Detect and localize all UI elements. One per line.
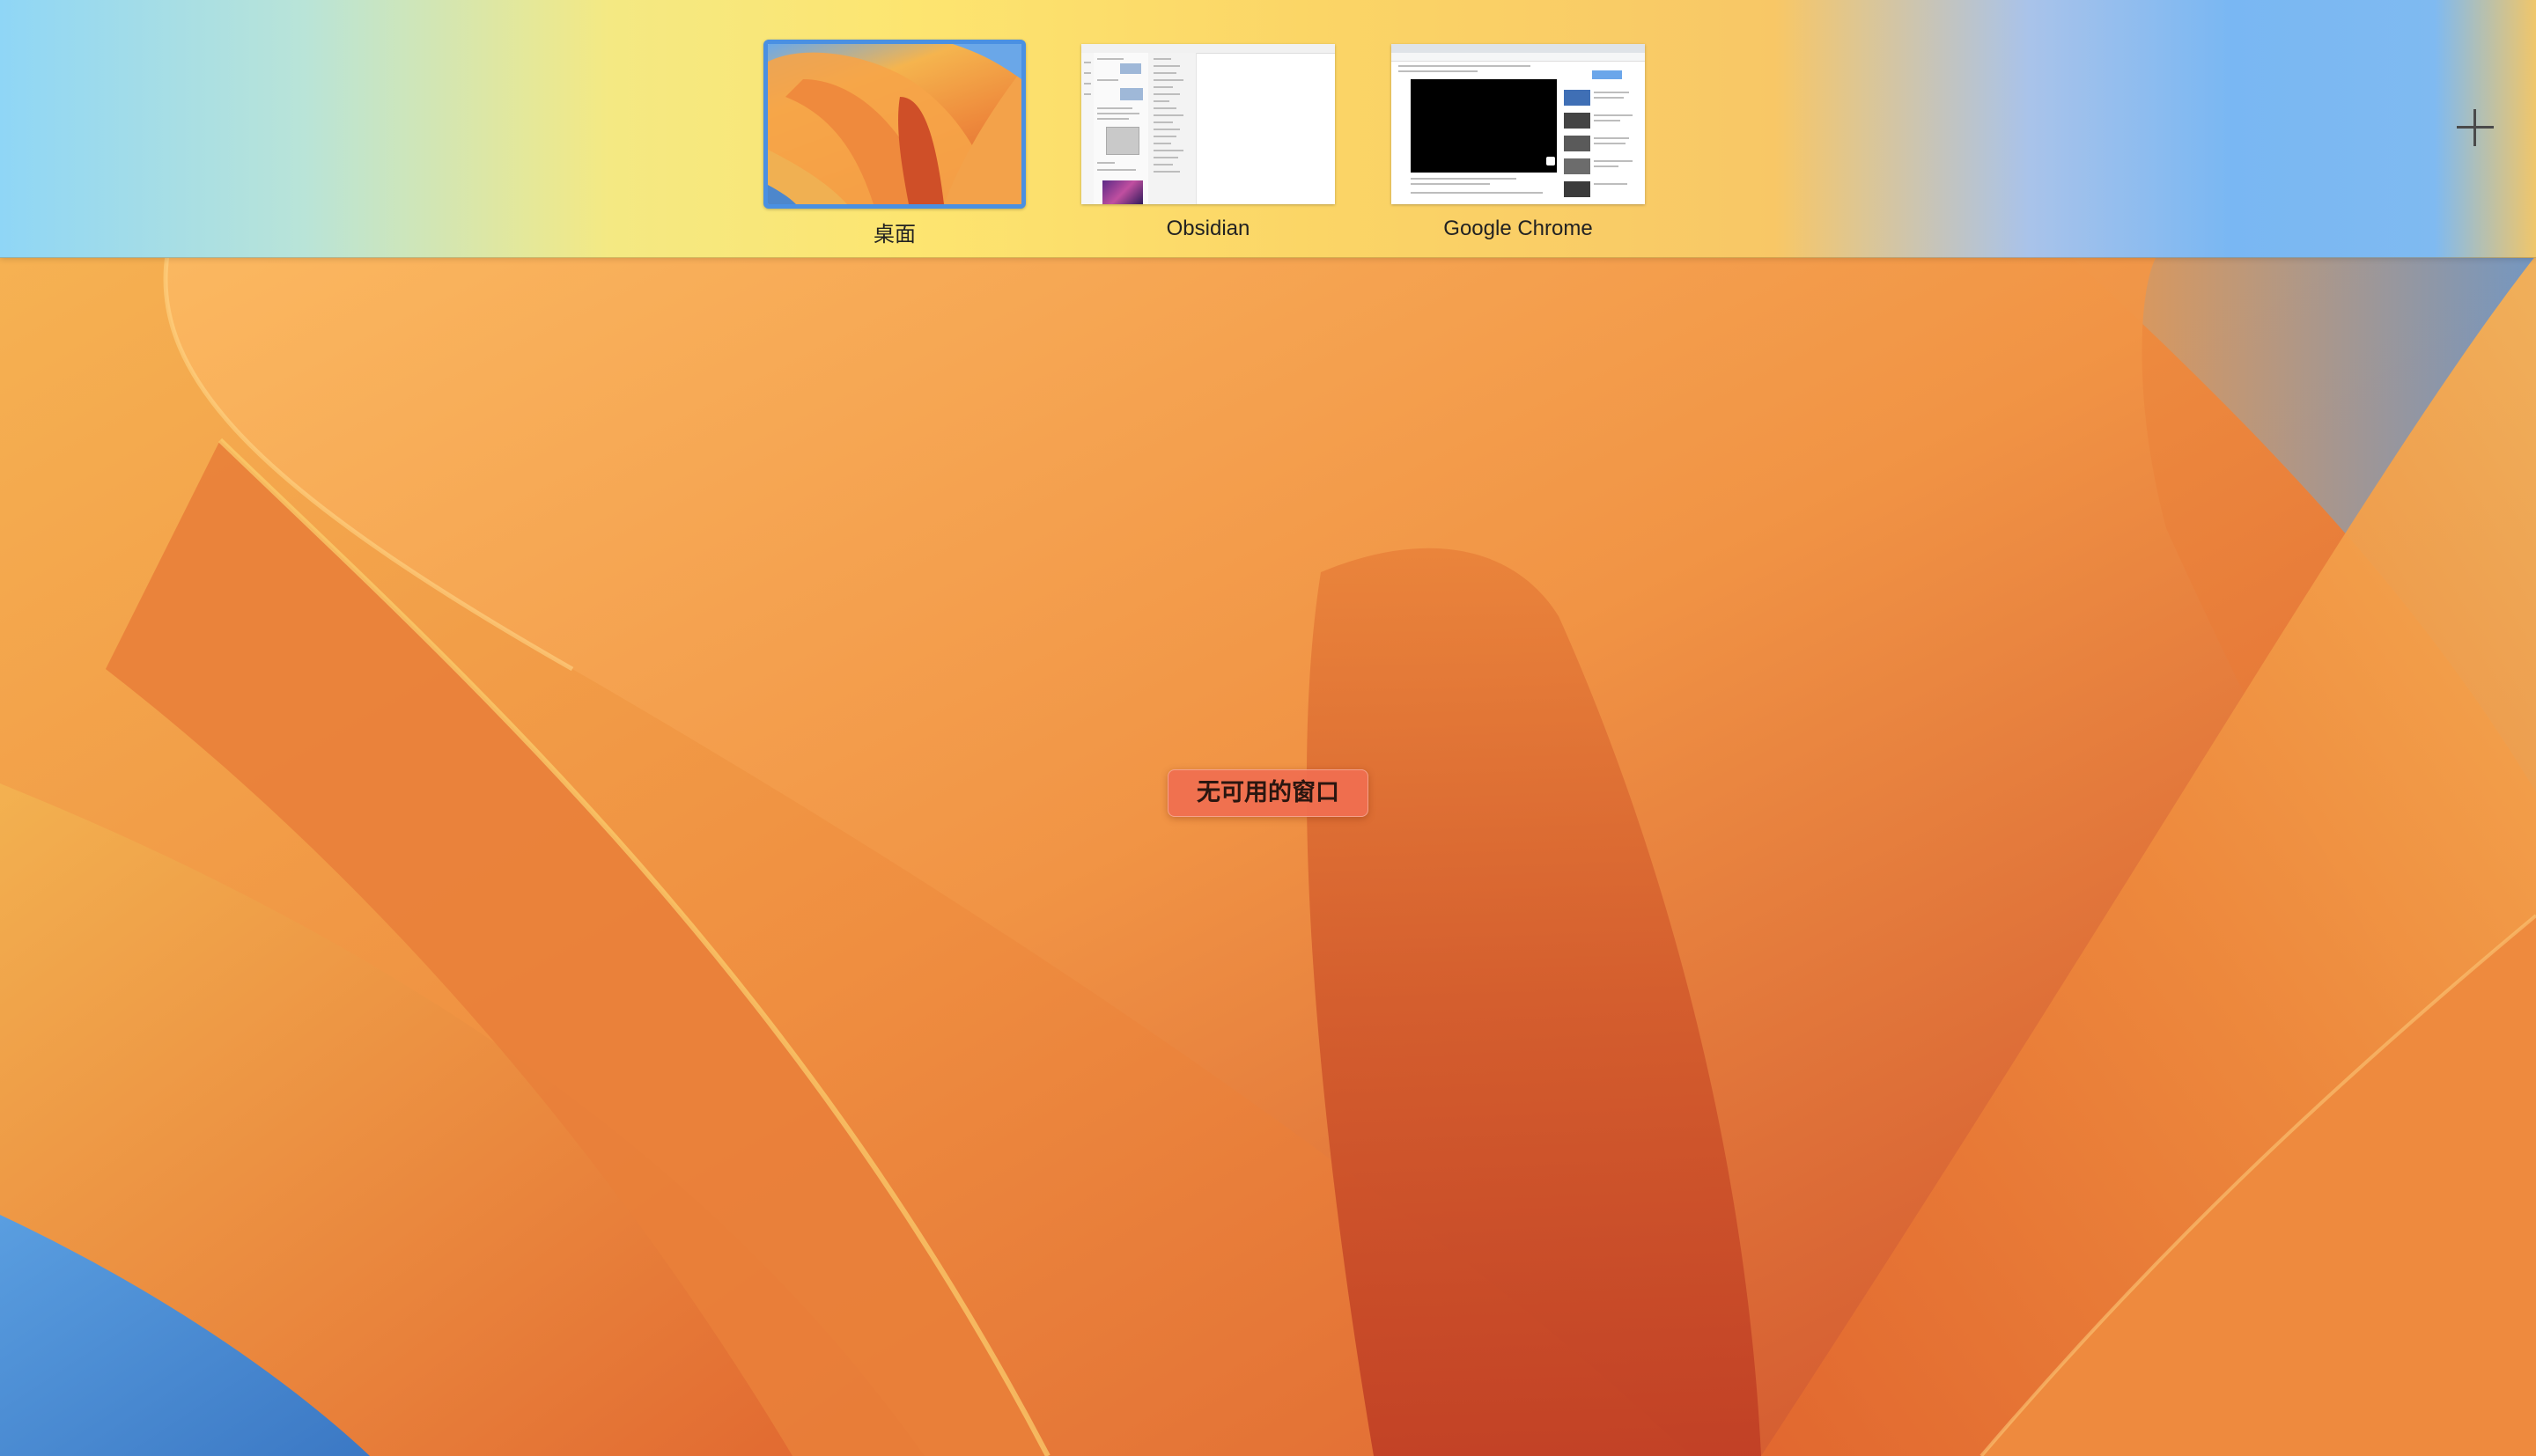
space-obsidian-thumbnail[interactable] [1081, 44, 1335, 204]
space-google-chrome[interactable]: Google Chrome [1391, 44, 1648, 240]
play-icon [1546, 157, 1555, 165]
space-label-google-chrome: Google Chrome [1443, 217, 1593, 240]
obsidian-window-preview [1081, 44, 1335, 204]
space-label-obsidian: Obsidian [1166, 217, 1250, 240]
chrome-window-preview [1391, 44, 1645, 204]
space-desktop[interactable]: 桌面 [763, 40, 1026, 246]
space-label-desktop: 桌面 [874, 223, 916, 246]
add-space-plus-icon[interactable] [2455, 107, 2495, 148]
space-desktop-thumbnail[interactable] [763, 40, 1026, 209]
desktop-thumbnail-wallpaper [768, 44, 1021, 204]
mission-control-spaces-bar: 桌面 Obsidian Google Chrome [0, 0, 2536, 258]
no-available-windows-badge: 无可用的窗口 [1168, 769, 1368, 817]
space-google-chrome-thumbnail[interactable] [1391, 44, 1645, 204]
space-obsidian[interactable]: Obsidian [1081, 44, 1338, 240]
video-player-preview [1411, 79, 1557, 173]
